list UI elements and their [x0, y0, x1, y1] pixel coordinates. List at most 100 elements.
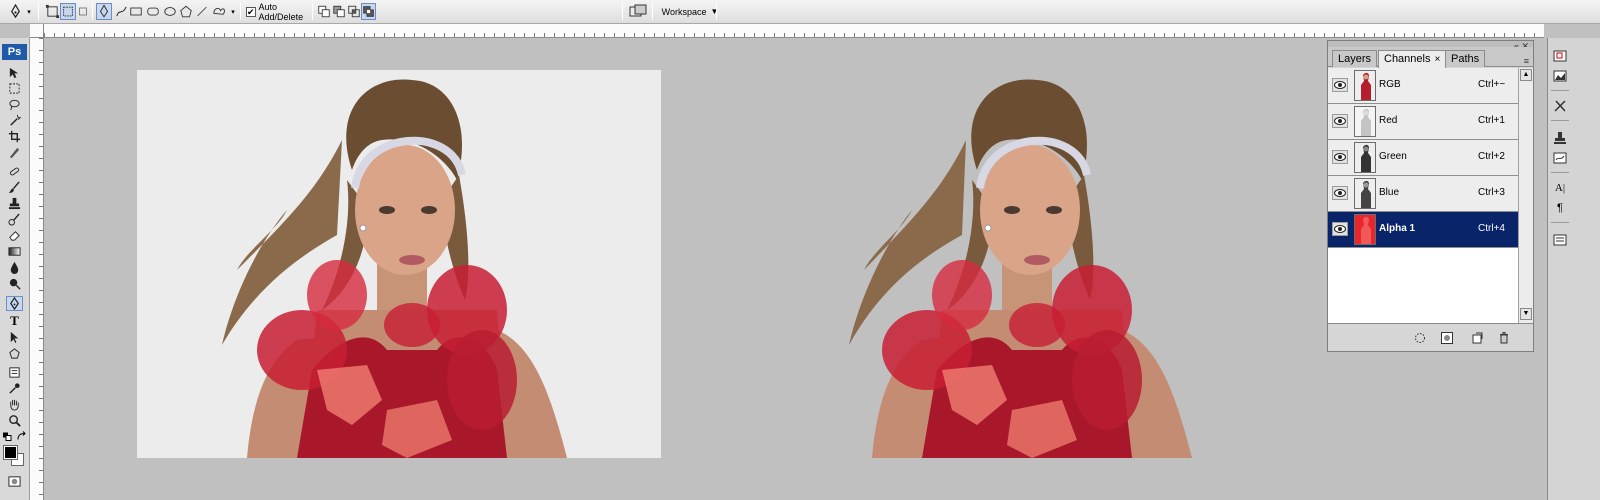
histogram-panel-icon[interactable]: [1552, 68, 1568, 83]
channel-row-blue[interactable]: Blue Ctrl+3: [1328, 176, 1518, 212]
foreground-color-swatch[interactable]: [3, 445, 18, 460]
subtract-path-area-icon[interactable]: [332, 3, 346, 20]
custom-shape-icon[interactable]: [211, 3, 227, 20]
channel-list: RGB Ctrl+~ Red Ctrl+1 Green Ctrl+2 Blue …: [1328, 68, 1518, 323]
polygon-shape-icon[interactable]: [179, 3, 193, 20]
clone-source-panel-icon[interactable]: [1552, 130, 1568, 145]
workspace-menu[interactable]: Workspace ▼: [660, 3, 720, 20]
default-colors-icon[interactable]: [2, 431, 14, 441]
shape-dropdown-arrow-icon[interactable]: ▾: [229, 3, 237, 20]
ruler-corner[interactable]: [30, 24, 44, 38]
channel-row-green[interactable]: Green Ctrl+2: [1328, 140, 1518, 176]
rounded-rectangle-icon[interactable]: [146, 3, 160, 20]
magic-wand-tool-icon[interactable]: [6, 113, 23, 128]
canvas-area[interactable]: [44, 38, 1550, 500]
panel-menu-icon[interactable]: ≡: [1524, 56, 1529, 66]
navigator-panel-icon[interactable]: [1552, 48, 1568, 63]
channel-row-red[interactable]: Red Ctrl+1: [1328, 104, 1518, 140]
channel-row-alpha-1[interactable]: Alpha 1 Ctrl+4: [1328, 212, 1518, 248]
delete-channel-icon[interactable]: [1498, 332, 1510, 344]
channel-shortcut: Ctrl+~: [1478, 79, 1506, 90]
channel-thumbnail: [1354, 106, 1376, 137]
freeform-pen-icon[interactable]: [113, 3, 129, 20]
preset-dropdown-arrow-icon[interactable]: ▾: [25, 3, 33, 20]
visibility-eye-icon[interactable]: [1332, 78, 1348, 92]
dodge-tool-icon[interactable]: [6, 276, 23, 291]
notes-tool-icon[interactable]: [6, 365, 23, 380]
zoom-tool-icon[interactable]: [6, 413, 23, 428]
checkbox-icon[interactable]: ✔: [246, 6, 256, 17]
healing-tool-icon[interactable]: [6, 164, 23, 179]
slice-tool-icon[interactable]: [6, 145, 23, 160]
original-photo-document[interactable]: [137, 70, 661, 458]
cutout-photo-document[interactable]: [824, 70, 1224, 458]
channel-name: Blue: [1379, 187, 1400, 198]
visibility-eye-icon[interactable]: [1332, 114, 1348, 128]
ellipse-shape-icon[interactable]: [163, 3, 177, 20]
pen-tool-option-icon[interactable]: [96, 3, 112, 20]
crop-tool-icon[interactable]: [6, 129, 23, 144]
auto-add-delete-checkbox[interactable]: ✔ Auto Add/Delete: [246, 2, 316, 22]
photoshop-logo[interactable]: Ps: [2, 44, 27, 60]
blur-tool-icon[interactable]: [6, 260, 23, 275]
character-panel-icon[interactable]: A|: [1552, 180, 1568, 195]
brush-tool-icon[interactable]: [6, 180, 23, 195]
save-selection-as-channel-icon[interactable]: [1441, 332, 1453, 344]
paragraph-panel-icon[interactable]: ¶: [1552, 200, 1568, 215]
path-selection-tool-icon[interactable]: [6, 330, 23, 345]
channel-thumbnail: [1354, 142, 1376, 173]
fill-pixels-icon[interactable]: [76, 3, 90, 20]
add-to-path-area-icon[interactable]: [317, 3, 331, 20]
panel-dock: A| ¶: [1547, 38, 1600, 500]
gradient-tool-icon[interactable]: [6, 244, 23, 259]
load-channel-as-selection-icon[interactable]: [1414, 332, 1426, 344]
pen-tool-icon[interactable]: [6, 296, 23, 311]
shape-layers-icon[interactable]: [44, 3, 60, 20]
visibility-eye-icon[interactable]: [1332, 150, 1348, 164]
layer-comps-panel-icon[interactable]: [1552, 232, 1568, 247]
channel-shortcut: Ctrl+2: [1478, 151, 1505, 162]
channel-list-scrollbar[interactable]: ▲ ▼: [1518, 68, 1533, 323]
horizontal-ruler[interactable]: [44, 24, 1544, 38]
quick-mask-icon[interactable]: [6, 474, 23, 489]
tab-paths[interactable]: Paths: [1445, 50, 1486, 67]
eraser-tool-icon[interactable]: [6, 228, 23, 243]
eyedropper-tool-icon[interactable]: [6, 381, 23, 396]
scroll-up-icon[interactable]: ▲: [1520, 69, 1532, 81]
exclude-overlap-icon[interactable]: [361, 3, 376, 20]
paths-mode-icon[interactable]: [60, 3, 76, 20]
channel-name: Red: [1379, 115, 1398, 126]
pen-tool-preset-icon[interactable]: [6, 3, 24, 20]
tab-channels[interactable]: Channels ×: [1378, 50, 1447, 68]
history-brush-tool-icon[interactable]: [6, 212, 23, 227]
hand-tool-icon[interactable]: [6, 397, 23, 412]
clone-stamp-tool-icon[interactable]: [6, 196, 23, 211]
channel-row-rgb[interactable]: RGB Ctrl+~: [1328, 68, 1518, 104]
tool-presets-icon[interactable]: [1552, 98, 1568, 113]
panel-tab-bar: Layers Channels × Paths ≡: [1328, 47, 1533, 68]
move-tool-icon[interactable]: [6, 65, 23, 80]
visibility-eye-icon[interactable]: [1332, 222, 1348, 236]
channel-name: RGB: [1379, 79, 1401, 90]
brushes-panel-icon[interactable]: [1552, 150, 1568, 165]
channel-thumbnail: [1354, 214, 1376, 245]
lasso-tool-icon[interactable]: [6, 97, 23, 112]
scroll-down-icon[interactable]: ▼: [1520, 308, 1532, 320]
tab-layers[interactable]: Layers: [1332, 50, 1378, 67]
workspace-dropdown-icon: ▼: [710, 7, 719, 16]
swap-colors-icon[interactable]: [16, 430, 28, 441]
new-channel-icon[interactable]: [1471, 332, 1483, 344]
vertical-ruler[interactable]: [30, 38, 44, 500]
options-bar: ▾ ▾ ✔ Auto Add/Delete Workspace ▼: [0, 0, 1600, 24]
original-dancer-photo: [137, 70, 661, 458]
rectangle-shape-icon[interactable]: [129, 3, 143, 20]
type-tool-icon[interactable]: T: [6, 313, 23, 328]
line-shape-icon[interactable]: [195, 3, 209, 20]
visibility-eye-icon[interactable]: [1332, 186, 1348, 200]
close-tab-icon[interactable]: ×: [1434, 54, 1440, 65]
intersect-path-area-icon[interactable]: [347, 3, 361, 20]
shape-tool-icon[interactable]: [6, 346, 23, 361]
document-arrange-icon[interactable]: [628, 3, 648, 20]
marquee-tool-icon[interactable]: [6, 81, 23, 96]
channel-name: Green: [1379, 151, 1407, 162]
